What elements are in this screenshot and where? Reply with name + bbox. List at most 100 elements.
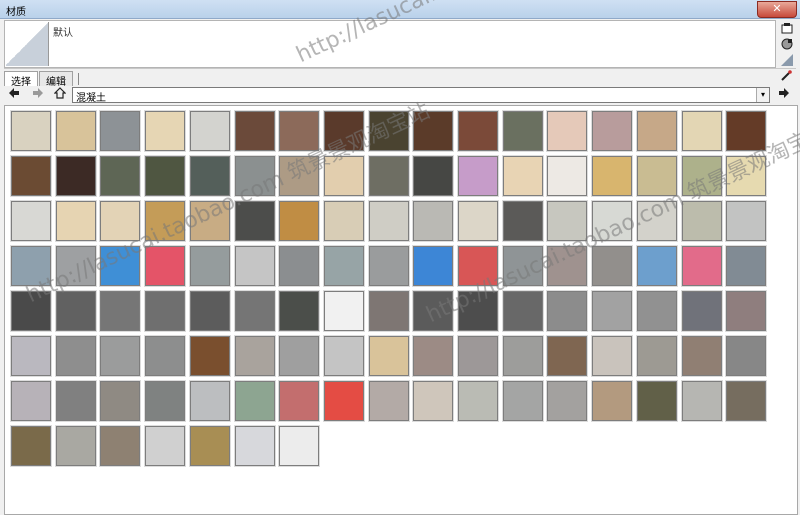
material-swatch[interactable] [233,380,276,422]
material-swatch[interactable] [591,155,634,197]
material-swatch[interactable] [99,200,142,242]
material-swatch[interactable] [501,290,544,332]
material-swatch[interactable] [635,245,678,287]
material-swatch[interactable] [99,425,142,467]
material-swatch[interactable] [188,290,231,332]
material-swatch[interactable] [144,245,187,287]
material-swatch[interactable] [99,110,142,152]
material-swatch[interactable] [54,110,97,152]
material-swatch[interactable] [278,335,321,377]
material-swatch[interactable] [278,290,321,332]
material-swatch[interactable] [635,290,678,332]
material-swatch[interactable] [635,200,678,242]
material-swatch[interactable] [412,380,455,422]
material-swatch[interactable] [144,110,187,152]
material-swatch[interactable] [367,155,410,197]
material-swatch[interactable] [54,425,97,467]
material-swatch[interactable] [99,155,142,197]
material-swatch[interactable] [725,335,768,377]
material-swatch[interactable] [725,200,768,242]
material-swatch[interactable] [188,380,231,422]
material-swatch[interactable] [635,380,678,422]
material-swatch[interactable] [233,200,276,242]
material-swatch[interactable] [188,245,231,287]
material-swatch[interactable] [457,110,499,152]
create-material-icon[interactable] [779,37,795,51]
material-swatch[interactable] [233,425,276,467]
material-swatch[interactable] [10,425,52,467]
material-swatch[interactable] [144,380,187,422]
material-swatch[interactable] [412,335,455,377]
tab-select[interactable]: 选择 [4,71,38,88]
material-swatch[interactable] [367,200,410,242]
material-swatch[interactable] [457,245,499,287]
material-swatch[interactable] [322,155,365,197]
close-button[interactable]: ✕ [757,1,797,18]
material-swatch[interactable] [546,110,589,152]
eyedropper-icon[interactable] [780,70,792,85]
material-swatch[interactable] [99,380,142,422]
details-arrow-icon[interactable] [776,87,792,103]
material-swatch[interactable] [188,155,231,197]
material-swatch[interactable] [367,380,410,422]
material-swatch[interactable] [278,380,321,422]
material-swatch[interactable] [635,335,678,377]
material-swatch[interactable] [278,155,321,197]
material-name-field[interactable]: 默认 [53,24,73,39]
material-swatch[interactable] [144,425,187,467]
material-swatch[interactable] [680,110,723,152]
material-swatch[interactable] [546,245,589,287]
back-arrow-icon[interactable] [6,87,22,103]
material-swatch[interactable] [501,335,544,377]
material-swatch[interactable] [322,380,365,422]
material-swatch[interactable] [367,110,410,152]
library-dropdown[interactable]: 混凝土 ▾ [72,87,770,104]
material-swatch[interactable] [591,335,634,377]
material-swatch[interactable] [233,290,276,332]
material-swatch[interactable] [322,290,365,332]
material-swatch[interactable] [680,380,723,422]
material-swatch[interactable] [278,425,321,467]
material-swatch[interactable] [412,200,455,242]
material-swatch[interactable] [591,380,634,422]
home-icon[interactable] [52,87,68,103]
material-swatch[interactable] [322,200,365,242]
material-swatch[interactable] [99,245,142,287]
material-swatch[interactable] [322,245,365,287]
material-swatch[interactable] [10,245,52,287]
material-swatch[interactable] [457,200,499,242]
material-swatch[interactable] [546,200,589,242]
material-swatch[interactable] [54,380,97,422]
material-swatch[interactable] [457,155,499,197]
material-swatch[interactable] [54,335,97,377]
material-swatch[interactable] [54,155,97,197]
default-material-icon[interactable] [779,53,795,67]
material-swatch[interactable] [457,380,499,422]
material-swatch[interactable] [680,335,723,377]
material-swatch[interactable] [546,335,589,377]
material-swatch[interactable] [54,245,97,287]
material-swatch[interactable] [54,200,97,242]
material-swatch[interactable] [10,335,52,377]
material-swatch[interactable] [278,245,321,287]
material-swatch[interactable] [501,155,544,197]
material-swatch[interactable] [144,335,187,377]
material-swatch[interactable] [680,245,723,287]
material-swatch[interactable] [188,110,231,152]
material-swatch[interactable] [546,380,589,422]
material-swatch[interactable] [457,290,499,332]
material-swatch[interactable] [501,245,544,287]
tab-edit[interactable]: 编辑 [39,71,73,88]
material-swatch[interactable] [680,200,723,242]
material-swatch[interactable] [10,380,52,422]
material-swatch[interactable] [233,110,276,152]
material-swatch[interactable] [725,290,768,332]
material-swatch[interactable] [546,155,589,197]
material-swatch[interactable] [635,110,678,152]
material-swatch[interactable] [501,200,544,242]
material-swatch[interactable] [412,245,455,287]
material-swatch[interactable] [591,110,634,152]
material-swatch[interactable] [546,290,589,332]
material-swatch[interactable] [591,200,634,242]
material-swatch[interactable] [10,290,52,332]
